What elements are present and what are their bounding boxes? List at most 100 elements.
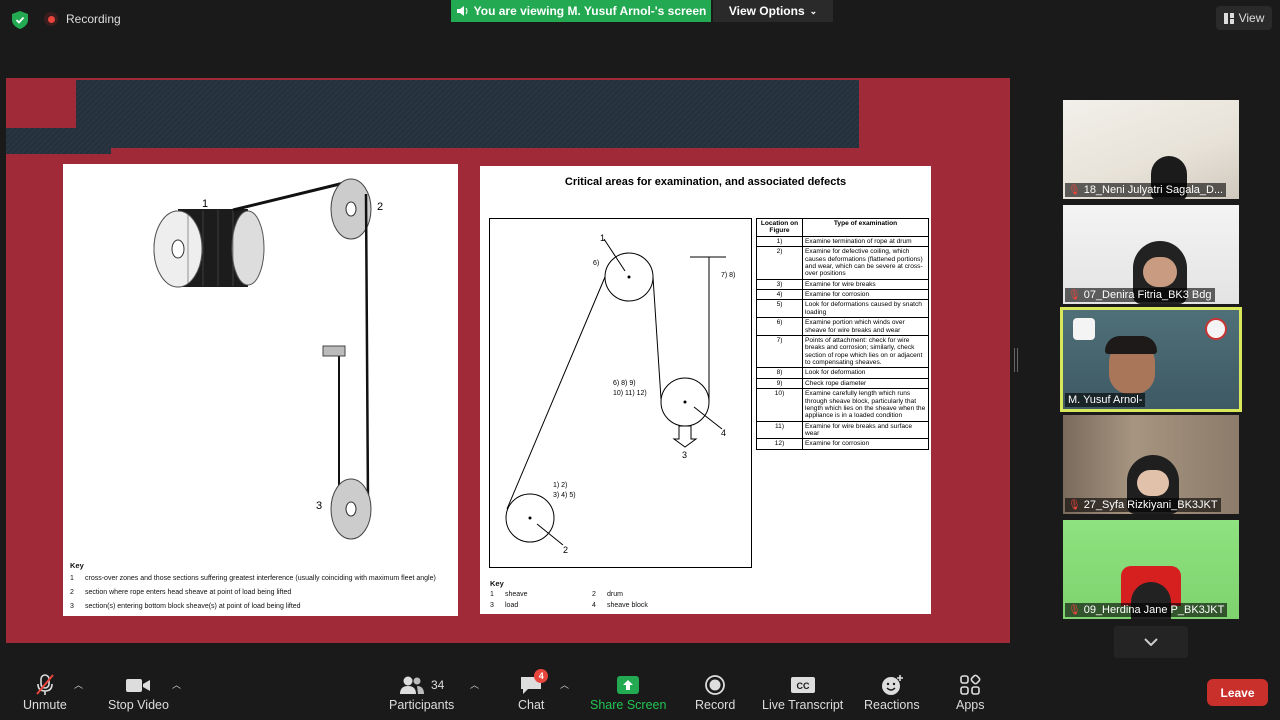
table-row: 5) Look for deformations caused by snatch…	[756, 299, 929, 319]
slide-header-band-small	[6, 128, 111, 154]
scroll-thumbnails-down-button[interactable]	[1114, 626, 1188, 658]
reactions-button[interactable]: Reactions	[864, 672, 920, 712]
recording-dot-icon	[44, 12, 58, 26]
participant-tile[interactable]: 🎙 07_Denira Fitria_BK3 Bdg	[1063, 205, 1239, 304]
view-options-label: View Options	[728, 4, 805, 18]
live-transcript-button[interactable]: CC Live Transcript	[762, 672, 843, 712]
sheave-diagram: 1 6) 7) 8) 6) 8) 9) 10) 11) 12) 4 3 1) 2…	[489, 218, 752, 568]
mic-muted-icon: 🎙	[1068, 604, 1081, 616]
diagram-label: 1) 2)	[553, 482, 567, 489]
participant-tile-active-speaker[interactable]: M. Yusuf Arnol-	[1060, 307, 1242, 412]
mic-muted-icon: 🎙	[1068, 499, 1081, 511]
table-cell: Examine portion which winds over sheave …	[802, 317, 929, 336]
share-screen-icon	[617, 676, 640, 694]
leave-button[interactable]: Leave	[1207, 679, 1268, 706]
participant-tile[interactable]: 🎙 09_Herdina Jane P_BK3JKT	[1063, 520, 1239, 619]
callout-3: 3	[316, 500, 322, 512]
apps-label: Apps	[956, 698, 985, 712]
participant-name-tag: M. Yusuf Arnol-	[1065, 393, 1146, 407]
logo-icon	[1073, 318, 1095, 340]
participant-tile[interactable]: 🎙 27_Syfa Rizkiyani_BK3JKT	[1063, 415, 1239, 514]
reactions-label: Reactions	[864, 698, 920, 712]
table-cell: Look for deformation	[802, 367, 929, 379]
diagram-label: 3	[682, 450, 687, 460]
table-cell: 3)	[756, 278, 803, 291]
table-row: 4) Examine for corrosion	[756, 288, 929, 301]
participant-name: 09_Herdina Jane P_BK3JKT	[1083, 604, 1225, 616]
slide-header-band	[76, 80, 859, 148]
video-options-caret[interactable]: ︿	[172, 678, 181, 691]
table-cell: Examine for corrosion	[802, 288, 929, 301]
figure-title: Critical areas for examination, and asso…	[564, 176, 847, 188]
participant-name-tag: 🎙 09_Herdina Jane P_BK3JKT	[1065, 603, 1228, 617]
participant-name-tag: 🎙 07_Denira Fitria_BK3 Bdg	[1065, 288, 1215, 302]
left-key-item: 3	[70, 603, 74, 610]
share-screen-button[interactable]: Share Screen	[590, 672, 666, 712]
diagram-label: 10) 11) 12)	[613, 390, 647, 397]
record-button[interactable]: Record	[695, 672, 735, 712]
chat-button[interactable]: 4 Chat	[518, 669, 549, 712]
left-key-text: section where rope enters head sheave at…	[85, 589, 292, 596]
table-cell: 5)	[756, 299, 803, 319]
participant-name: 27_Syfa Rizkiyani_BK3JKT	[1083, 499, 1218, 511]
callout-1: 1	[202, 198, 208, 210]
chat-options-caret[interactable]: ︿	[560, 678, 569, 691]
participant-name: M. Yusuf Arnol-	[1068, 394, 1143, 406]
table-header: Type of examination	[802, 218, 929, 237]
record-icon	[705, 675, 726, 695]
participant-name-tag: 🎙 18_Neni Julyatri Sagala_D...	[1065, 183, 1227, 197]
unmute-button[interactable]: Unmute	[23, 672, 67, 712]
right-key-num: 4	[592, 602, 596, 609]
table-cell: 9)	[756, 377, 803, 390]
closed-caption-icon: CC	[790, 677, 815, 693]
audio-options-caret[interactable]: ︿	[74, 678, 83, 691]
table-row: 6) Examine portion which winds over sheav…	[756, 317, 929, 336]
right-key-num: 2	[592, 591, 596, 598]
diagram-label: 4	[721, 428, 726, 438]
participants-label: Participants	[389, 698, 455, 712]
rope-drum-illustration: 1 2 3	[153, 178, 383, 540]
participant-name: 18_Neni Julyatri Sagala_D...	[1083, 184, 1224, 196]
panel-resize-handle[interactable]	[1014, 348, 1018, 372]
right-key-title: Key	[490, 579, 504, 588]
apps-button[interactable]: Apps	[956, 672, 985, 712]
viewing-banner: You are viewing M. Yusuf Arnol-'s screen	[451, 0, 711, 22]
svg-text:CC: CC	[796, 681, 809, 691]
table-row: 12) Examine for corrosion	[756, 438, 929, 450]
table-cell: Examine termination of rope at drum	[802, 235, 929, 248]
right-key-num: 3	[490, 602, 494, 609]
unmute-label: Unmute	[23, 698, 67, 712]
table-cell: Look for deformations caused by snatch l…	[802, 299, 929, 319]
recording-indicator[interactable]: Recording	[44, 12, 121, 26]
participants-options-caret[interactable]: ︿	[470, 678, 479, 691]
table-row: 11) Examine for wire breaks and surface w…	[756, 420, 929, 440]
callout-2: 2	[377, 201, 383, 213]
table-row: 8) Look for deformation	[756, 367, 929, 379]
stop-video-button[interactable]: Stop Video	[108, 672, 169, 712]
left-key-text: section(s) entering bottom block sheave(…	[85, 603, 301, 610]
mic-muted-icon	[36, 674, 54, 695]
participants-count: 34	[430, 678, 445, 692]
mic-muted-icon: 🎙	[1068, 184, 1081, 196]
view-options-button[interactable]: View Options ⌄	[713, 0, 833, 22]
rope-system-figure: 1 2 3 Key 1 cross-over zones and those s…	[63, 164, 458, 616]
participant-name: 07_Denira Fitria_BK3 Bdg	[1083, 289, 1212, 301]
meeting-toolbar: Unmute ︿ Stop Video ︿ 34 Participants ︿ …	[0, 662, 1280, 720]
participant-face	[1143, 257, 1177, 287]
participant-tile[interactable]: 🎙 18_Neni Julyatri Sagala_D...	[1063, 100, 1239, 199]
left-key-item: 1	[70, 575, 74, 582]
table-cell: Examine carefully length which runs thro…	[802, 388, 929, 422]
diagram-label: 2	[563, 545, 568, 555]
table-row: 1) Examine termination of rope at drum	[756, 235, 929, 248]
chat-label: Chat	[518, 698, 545, 712]
view-grid-icon	[1223, 12, 1234, 24]
table-row: 7) Points of attachment: check for wire b…	[756, 334, 929, 369]
view-button[interactable]: View	[1216, 6, 1272, 30]
table-cell: 6)	[756, 317, 803, 336]
table-cell: 7)	[756, 334, 803, 369]
participants-button[interactable]: 34 Participants	[389, 672, 454, 712]
video-camera-icon	[126, 679, 151, 692]
security-shield-icon[interactable]	[12, 11, 28, 29]
participant-name-tag: 🎙 27_Syfa Rizkiyani_BK3JKT	[1065, 498, 1221, 512]
participant-face	[1137, 470, 1169, 496]
